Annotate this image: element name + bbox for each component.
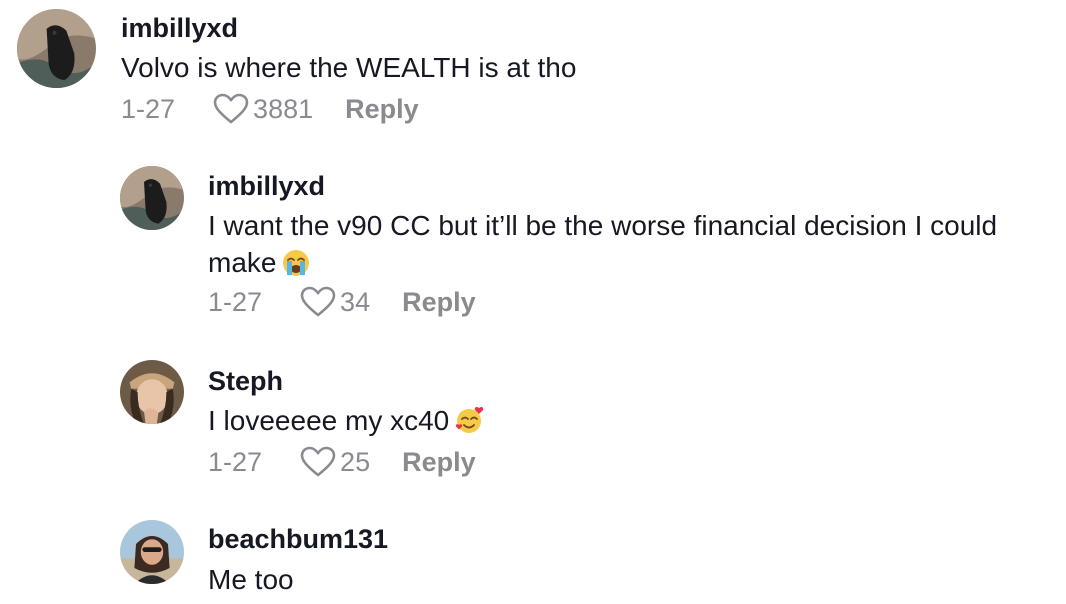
comment-text: I want the v90 CC but it’ll be the worse…	[208, 207, 1058, 286]
heart-icon	[213, 93, 249, 124]
comment-username[interactable]: imbillyxd	[208, 171, 325, 202]
like-count: 3881	[253, 93, 314, 124]
reply-item: Steph I loveeeee my xc40 1-27 25 Reply	[0, 350, 1066, 490]
comment-item: imbillyxd Volvo is where the WEALTH is a…	[0, 0, 1066, 140]
crying-face-icon	[282, 249, 310, 286]
reply-item: imbillyxd I want the v90 CC but it’ll be…	[0, 150, 1066, 330]
reply-item: beachbum131 Me too	[0, 510, 1066, 604]
comment-username[interactable]: Steph	[208, 366, 283, 397]
comment-date: 1-27	[208, 446, 263, 477]
like-count: 25	[340, 446, 371, 477]
comment-username[interactable]: imbillyxd	[121, 13, 238, 44]
comment-date: 1-27	[121, 93, 176, 124]
like-button[interactable]: 3881	[213, 93, 313, 125]
like-button[interactable]: 34	[300, 286, 370, 318]
heart-icon	[300, 286, 336, 317]
reply-button[interactable]: Reply	[402, 287, 476, 318]
comment-text: Volvo is where the WEALTH is at tho	[121, 52, 577, 83]
reply-button[interactable]: Reply	[402, 447, 476, 478]
comment-meta: 1-27 3881 Reply	[121, 91, 419, 127]
heart-icon	[300, 446, 336, 477]
comment-username[interactable]: beachbum131	[208, 524, 388, 555]
comment-text: Me too	[208, 564, 294, 595]
avatar[interactable]	[120, 520, 184, 584]
avatar[interactable]	[120, 360, 184, 424]
comment-date: 1-27	[208, 286, 263, 317]
avatar[interactable]	[17, 9, 96, 88]
avatar[interactable]	[120, 166, 184, 230]
comment-meta: 1-27 25 Reply	[208, 444, 476, 480]
comment-text-content: I want the v90 CC but it’ll be the worse…	[208, 210, 998, 278]
comment-text-content: I loveeeee my xc40	[208, 405, 450, 436]
smiling-face-with-hearts-icon	[455, 405, 485, 444]
reply-button[interactable]: Reply	[345, 94, 419, 125]
like-button[interactable]: 25	[300, 446, 370, 478]
comment-meta: 1-27 34 Reply	[208, 284, 476, 320]
comment-text: I loveeeee my xc40	[208, 402, 1058, 444]
like-count: 34	[340, 286, 371, 317]
